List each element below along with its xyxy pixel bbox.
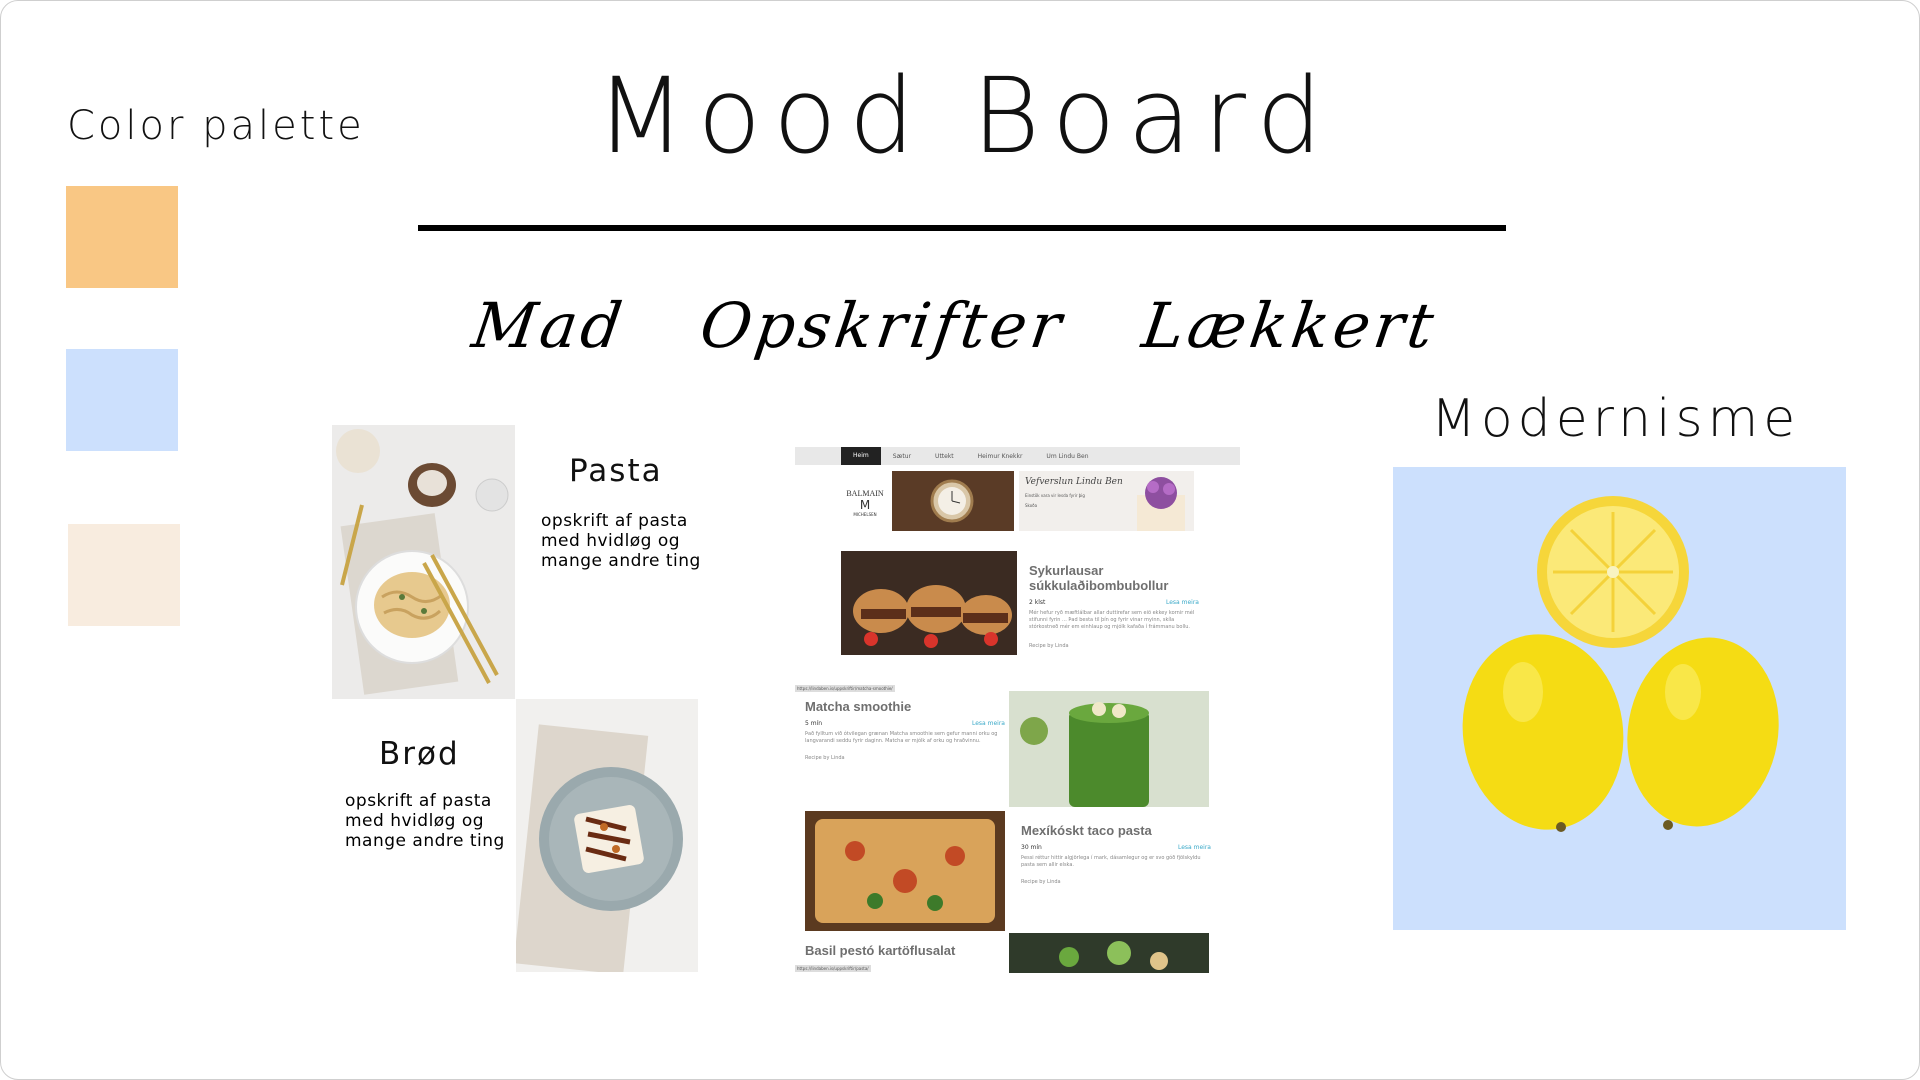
title-divider [418, 225, 1506, 231]
style-label: Modernisme [1431, 389, 1801, 449]
recipe-4-photo [1009, 933, 1209, 973]
bread-title: Brød [379, 736, 460, 772]
recipe-3-title[interactable]: Mexíkóskt taco pasta [1021, 823, 1211, 838]
recipe-2-text: Það fylltum við ótvilegan grænan Matcha … [805, 731, 998, 744]
banner-ad[interactable]: Vefverslun Lindu Ben Einstök vara vir le… [1019, 471, 1194, 531]
recipe-2-read-more[interactable]: Lesa meira [972, 720, 1005, 727]
swatch-cream [68, 524, 180, 626]
recipe-2-info: Matcha smoothie 5 mín Lesa meira Það fyl… [805, 699, 1005, 761]
keyword-opskrifter: Opskrifter [695, 289, 1070, 362]
recipe-3-byline: Recipe by Linda [1021, 879, 1061, 885]
recipe-3-read-more[interactable]: Lesa meira [1178, 844, 1211, 851]
recipe-1-text: Mér hefur ryð mæftlálbar allar duttirefa… [1029, 610, 1195, 630]
nav-item-saetur[interactable]: Sætur [881, 453, 923, 460]
nav-item-home[interactable]: Heim [841, 447, 881, 465]
watch-ad-image [892, 471, 1014, 531]
bread-photo [516, 699, 698, 972]
ad-brand-block: BALMAIN M MICHELSEN [843, 471, 887, 531]
recipe-1-title[interactable]: Sykurlausar súkkulaðibombubollur [1029, 563, 1199, 593]
recipe-1-info: Sykurlausar súkkulaðibombubollur 2 klst … [1029, 563, 1199, 649]
recipe-3-info: Mexíkóskt taco pasta 30 mín Lesa meira Þ… [1021, 823, 1211, 885]
keyword-mad: Mad [467, 289, 631, 362]
pasta-title: Pasta [569, 453, 663, 489]
bread-description: opskrift af pasta med hvidløg og mange a… [345, 791, 505, 851]
recipe-1-read-more[interactable]: Lesa meira [1166, 599, 1199, 606]
pasta-description: opskrift af pasta med hvidløg og mange a… [541, 511, 701, 571]
banner-text: Vefverslun Lindu Ben [1025, 477, 1123, 487]
ad-brand: BALMAIN [846, 489, 884, 498]
recipe-1-byline: Recipe by Linda [1029, 643, 1069, 649]
nav-item-about[interactable]: Um Lindu Ben [1034, 453, 1100, 460]
lemon-image [1393, 467, 1846, 930]
mood-board-slide: Color palette Mood Board Mad Opskrifter … [0, 0, 1920, 1080]
recipe-3-text: Þessi réttur hittir algjörlega í mark, d… [1021, 855, 1201, 868]
recipe-3-time: 30 mín [1021, 844, 1042, 851]
url-tooltip-1: https://lindaben.is/uppskriftir/matcha-s… [795, 685, 895, 692]
recipe-2-time: 5 mín [805, 720, 823, 727]
ad-sub: MICHELSEN [853, 512, 877, 517]
swatch-orange [66, 186, 178, 288]
page-title: Mood Board [595, 55, 1335, 177]
keyword-laekkert: Lækkert [1137, 289, 1442, 362]
recipe-4-title[interactable]: Basil pestó kartöflusalat [805, 943, 955, 958]
nav-item-heimur[interactable]: Heimur Knekkr [966, 453, 1035, 460]
banner-cta: Skoða [1025, 503, 1038, 508]
swatch-blue [66, 349, 178, 451]
recipe-4-info: Basil pestó kartöflusalat [805, 943, 955, 958]
recipe-2-title[interactable]: Matcha smoothie [805, 699, 1005, 714]
recipe-2-byline: Recipe by Linda [805, 755, 845, 761]
site-nav: Heim Sætur Uttekt Heimur Knekkr Um Lindu… [795, 447, 1240, 465]
pasta-photo [332, 425, 515, 699]
recipe-1-photo [841, 551, 1017, 655]
banner-subtext: Einstök vara vir lesda fyrir þig [1025, 493, 1085, 498]
recipe-3-photo [805, 811, 1005, 931]
nav-item-uttekt[interactable]: Uttekt [923, 453, 966, 460]
recipe-2-photo [1009, 691, 1209, 807]
website-screenshot: Heim Sætur Uttekt Heimur Knekkr Um Lindu… [795, 447, 1240, 973]
recipe-1-time: 2 klst [1029, 599, 1046, 606]
url-tooltip-2: https://lindaben.is/uppskriftir/pasta/ [795, 965, 871, 972]
